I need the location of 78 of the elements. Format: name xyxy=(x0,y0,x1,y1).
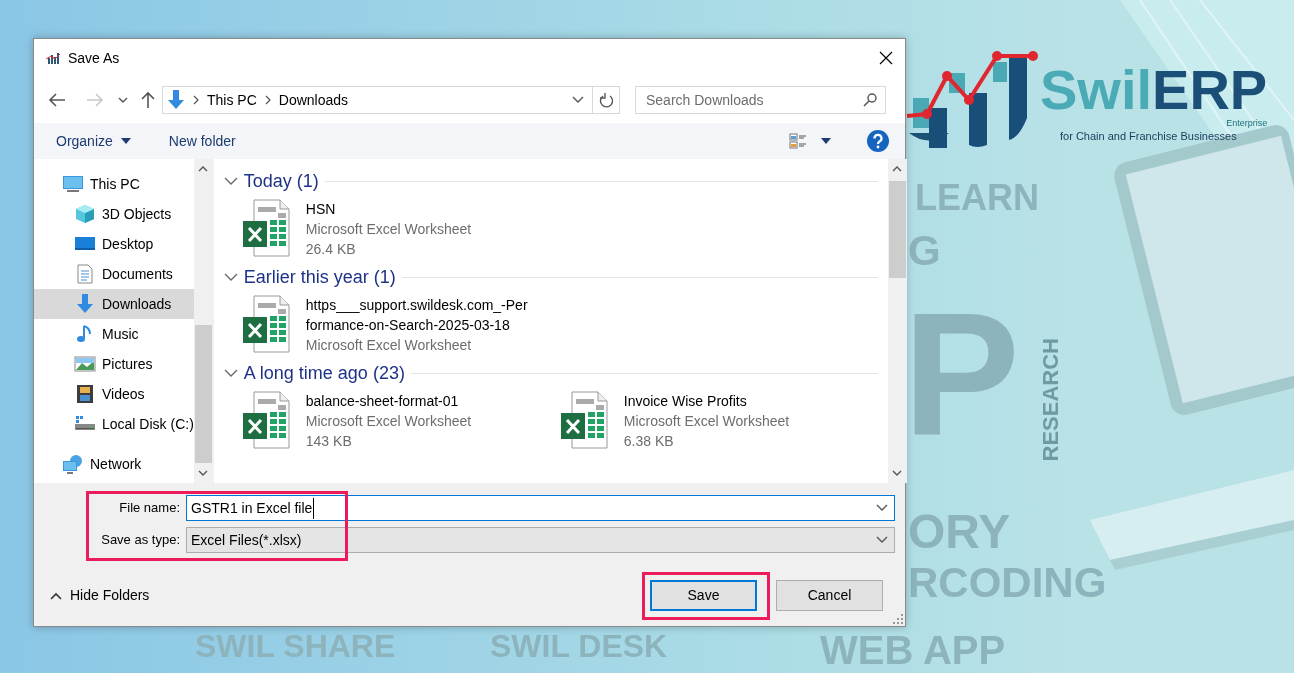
nav-item[interactable]: Network xyxy=(34,449,194,479)
chevron-icon[interactable] xyxy=(193,95,199,105)
caret-icon xyxy=(120,138,131,144)
resize-grip-icon[interactable] xyxy=(893,614,903,624)
hide-folders-button[interactable]: Hide Folders xyxy=(50,585,150,606)
app-icon xyxy=(46,51,60,65)
spreadsheet-file-icon[interactable] xyxy=(241,295,290,353)
file-type: Microsoft Excel Worksheet xyxy=(305,412,472,431)
file-name[interactable]: Invoice Wise Profits xyxy=(623,391,790,411)
logo-wordmark: SwilERP xyxy=(1040,62,1268,118)
logo-edition: Enterprise xyxy=(1226,119,1268,128)
nav-item[interactable]: Local Disk (C:) xyxy=(34,409,194,439)
nav-item[interactable]: 3D Objects xyxy=(34,199,194,229)
nav-item[interactable]: Pictures xyxy=(34,349,194,379)
chevron-down-icon[interactable] xyxy=(223,272,238,282)
file-size: 6.38 KB xyxy=(623,432,675,451)
group-header[interactable]: A long time ago (23) xyxy=(243,359,405,387)
scrollbar-thumb[interactable] xyxy=(888,181,906,278)
spreadsheet-file-icon[interactable] xyxy=(241,199,290,257)
up-arrow-icon[interactable] xyxy=(140,91,156,109)
dialog-button[interactable]: Save xyxy=(650,580,757,611)
background-text: RESEARCH xyxy=(1040,338,1062,462)
logo-tagline: for Chain and Franchise Businesses xyxy=(1060,129,1238,144)
search-placeholder: Search Downloads xyxy=(646,90,764,110)
file-size: 26.4 KB xyxy=(305,240,357,259)
file-size: 143 KB xyxy=(305,432,353,451)
nav-item[interactable]: Music xyxy=(34,319,194,349)
nav-item[interactable]: Videos xyxy=(34,379,194,409)
nav-item[interactable]: Desktop xyxy=(34,229,194,259)
file-type-dropdown[interactable]: Excel Files(*.xlsx) xyxy=(186,527,895,553)
back-icon[interactable] xyxy=(48,92,66,108)
group-header[interactable]: Earlier this year (1) xyxy=(243,263,396,291)
spreadsheet-file-icon[interactable] xyxy=(559,391,608,449)
search-icon xyxy=(863,93,877,107)
document-icon xyxy=(74,264,96,284)
caret-icon[interactable] xyxy=(821,138,831,144)
cube-icon xyxy=(74,204,96,224)
computer-icon xyxy=(62,174,84,194)
picture-icon xyxy=(74,354,96,374)
file-type: Microsoft Excel Worksheet xyxy=(623,412,790,431)
search-field[interactable]: Search Downloads xyxy=(635,86,886,114)
organize-menu[interactable]: Organize xyxy=(56,130,131,152)
nav-item[interactable]: Documents xyxy=(34,259,194,289)
nav-item[interactable]: Downloads xyxy=(34,289,194,319)
group-header[interactable]: Today (1) xyxy=(243,167,319,195)
breadcrumb[interactable]: This PC xyxy=(203,89,261,111)
dialog-button[interactable]: Cancel xyxy=(776,580,883,611)
close-icon[interactable] xyxy=(879,51,893,65)
file-name[interactable]: HSN xyxy=(305,199,472,219)
network-icon xyxy=(62,454,84,474)
file-name-field[interactable]: GSTR1 in Excel file xyxy=(186,495,895,521)
caret-up-icon xyxy=(50,591,62,600)
file-type: Microsoft Excel Worksheet xyxy=(305,336,473,355)
film-icon xyxy=(74,384,96,404)
download-arrow-icon xyxy=(74,294,96,314)
download-arrow-icon xyxy=(167,90,185,110)
new-folder-button[interactable]: New folder xyxy=(168,130,236,152)
scrollbar-thumb[interactable] xyxy=(194,324,212,463)
field-label: Save as type: xyxy=(100,531,181,550)
chevron-icon[interactable] xyxy=(264,95,271,105)
file-name[interactable]: https___support.swildesk.com_-Per formance-on-Search-2025-03-18 xyxy=(305,295,528,335)
chevron-down-icon[interactable] xyxy=(223,176,238,186)
nav-item[interactable]: This PC xyxy=(34,169,194,199)
file-type: Microsoft Excel Worksheet xyxy=(305,220,472,239)
caret-icon[interactable] xyxy=(118,96,128,104)
spreadsheet-file-icon[interactable] xyxy=(241,391,290,449)
file-name[interactable]: balance-sheet-format-01 xyxy=(305,391,472,411)
breadcrumb[interactable]: Downloads xyxy=(274,89,353,111)
dropdown-icon[interactable] xyxy=(876,504,888,512)
help-icon[interactable] xyxy=(867,130,889,152)
dropdown-icon[interactable] xyxy=(572,96,584,104)
address-bar[interactable]: This PC Downloads xyxy=(162,86,620,114)
field-label: File name: xyxy=(118,499,181,518)
refresh-icon[interactable] xyxy=(599,92,613,108)
window-title: Save As xyxy=(68,48,120,68)
view-options-icon[interactable] xyxy=(789,133,807,149)
chevron-down-icon[interactable] xyxy=(223,368,238,378)
dropdown-icon[interactable] xyxy=(876,536,888,544)
